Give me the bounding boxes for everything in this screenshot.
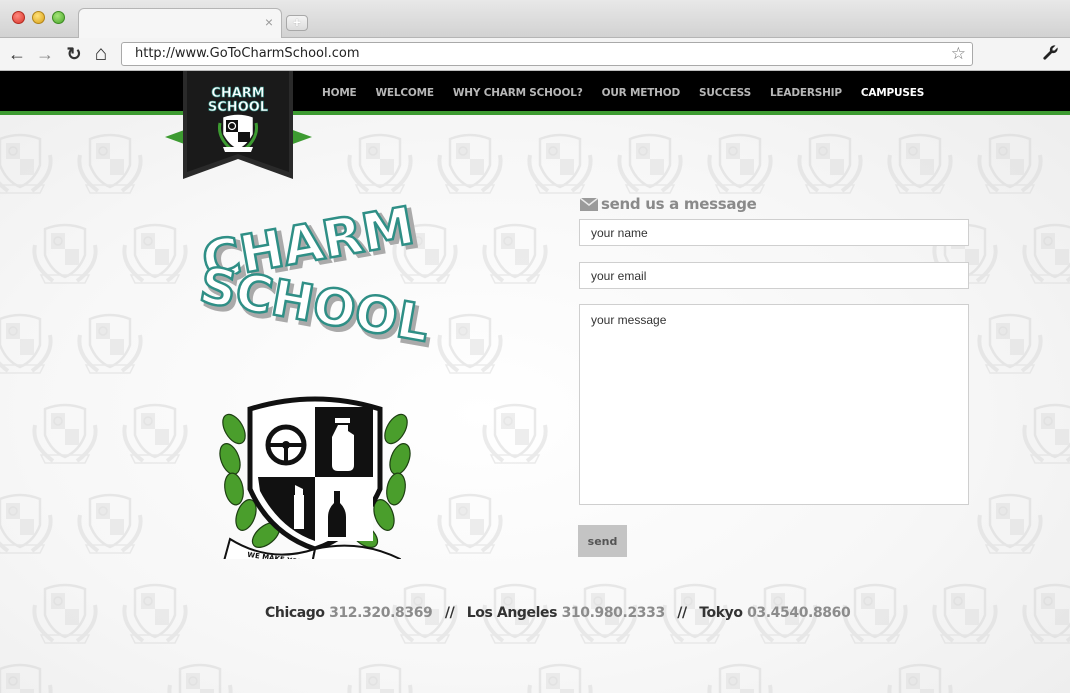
campus-phone-list: Chicago 312.320.8369 // Los Angeles 310.… — [265, 605, 851, 621]
ribbon-wing-right — [290, 129, 312, 145]
envelope-icon — [580, 198, 598, 211]
web-page: HOME WELCOME WHY CHARM SCHOOL? OUR METHO… — [0, 71, 1070, 693]
badge-line2: SCHOOL — [208, 100, 268, 115]
main-navigation: HOME WELCOME WHY CHARM SCHOOL? OUR METHO… — [0, 71, 1070, 115]
nav-menu: HOME WELCOME WHY CHARM SCHOOL? OUR METHO… — [322, 87, 943, 99]
name-field[interactable] — [579, 219, 969, 246]
wrench-icon[interactable] — [1042, 44, 1059, 66]
address-bar[interactable]: http://www.GoToCharmSchool.com ☆ — [121, 42, 973, 66]
close-tab-icon[interactable]: × — [265, 15, 273, 29]
badge-line1: CHARM — [211, 86, 264, 101]
browser-tab[interactable]: × — [78, 8, 282, 39]
city-los-angeles: Los Angeles — [466, 605, 558, 621]
phone-tokyo: 03.4540.8860 — [747, 605, 851, 621]
contact-form: send us a message send — [578, 195, 970, 557]
email-field[interactable] — [579, 262, 969, 289]
forward-arrow-icon[interactable]: → — [34, 43, 56, 65]
form-title: send us a message — [578, 195, 970, 217]
charm-school-crest-logo: CHARM CHARM SCHOOL SCHOOL — [194, 199, 438, 559]
nav-item-campuses[interactable]: CAMPUSES — [861, 87, 924, 99]
home-logo-badge[interactable]: CHARM SCHOOL — [183, 71, 293, 181]
lipstick-icon — [294, 495, 304, 529]
home-icon[interactable]: ⌂ — [90, 43, 112, 65]
form-title-text: send us a message — [601, 195, 757, 213]
nav-item-our-method[interactable]: OUR METHOD — [602, 87, 681, 99]
separator: // — [444, 605, 455, 621]
phone-los-angeles: 310.980.2333 — [561, 605, 666, 621]
nav-item-welcome[interactable]: WELCOME — [376, 87, 435, 99]
bookmark-star-icon[interactable]: ☆ — [951, 44, 966, 64]
city-tokyo: Tokyo — [699, 605, 743, 621]
separator: // — [677, 605, 687, 621]
browser-toolbar: ← → ↻ ⌂ http://www.GoToCharmSchool.com ☆ — [0, 38, 1070, 71]
close-window-button[interactable] — [12, 11, 25, 24]
nav-item-home[interactable]: HOME — [322, 87, 357, 99]
new-tab-button[interactable]: + — [286, 15, 308, 31]
nav-item-why-charm-school[interactable]: WHY CHARM SCHOOL? — [453, 87, 583, 99]
phone-chicago: 312.320.8369 — [329, 605, 433, 621]
nav-item-leadership[interactable]: LEADERSHIP — [770, 87, 842, 99]
reload-icon[interactable]: ↻ — [63, 43, 85, 65]
nav-item-success[interactable]: SUCCESS — [699, 87, 751, 99]
minimize-window-button[interactable] — [32, 11, 45, 24]
browser-title-bar: × + — [0, 0, 1070, 39]
back-arrow-icon[interactable]: ← — [6, 43, 28, 65]
zoom-window-button[interactable] — [52, 11, 65, 24]
city-chicago: Chicago — [265, 605, 325, 621]
send-button[interactable]: send — [578, 525, 627, 557]
message-field[interactable] — [579, 304, 969, 505]
url-text[interactable]: http://www.GoToCharmSchool.com — [135, 46, 360, 61]
